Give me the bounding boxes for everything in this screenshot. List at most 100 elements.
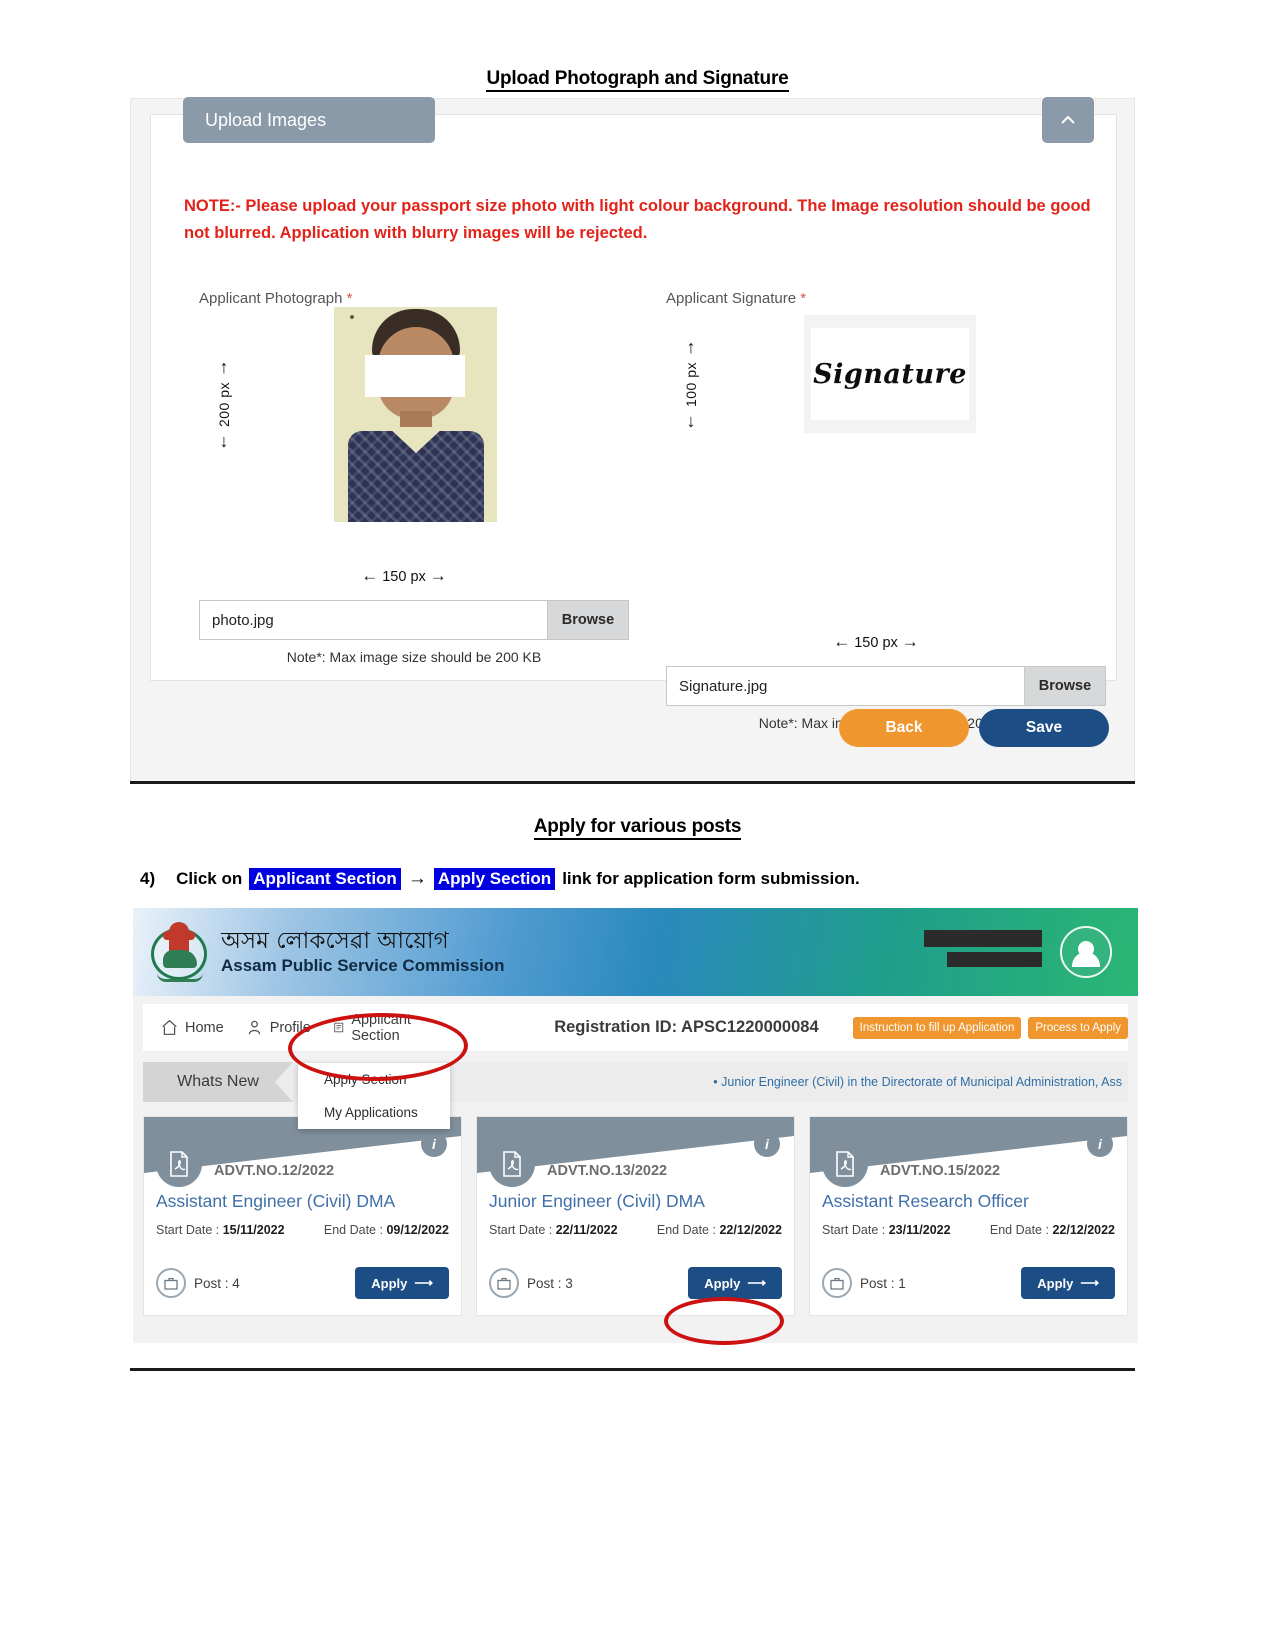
arrow-right-icon: ⟶ (414, 1275, 433, 1290)
pdf-file-icon[interactable] (156, 1141, 202, 1187)
photo-size-note: Note*: Max image size should be 200 KB (286, 649, 542, 665)
signature-sample-text: Signature (813, 358, 967, 390)
user-icon (248, 1020, 260, 1035)
upload-images-screenshot: Upload Images NOTE:- Please upload your … (130, 97, 1135, 783)
document-page: Upload Photograph and Signature Upload I… (0, 0, 1275, 1650)
apply-button[interactable]: Apply ⟶ (1021, 1267, 1115, 1299)
highlight-applicant-section: Applicant Section (249, 868, 401, 890)
signature-width-text: 150 px (854, 635, 898, 651)
redacted-user-detail (947, 952, 1042, 967)
photo-file-name[interactable]: photo.jpg (199, 600, 547, 640)
card-footer: Post : 4 Apply ⟶ (156, 1267, 449, 1299)
step-number: 4) (140, 869, 156, 888)
photo-width-text: 150 px (382, 569, 426, 585)
info-icon[interactable]: i (421, 1131, 447, 1157)
dropdown-item-my-applications[interactable]: My Applications (298, 1096, 450, 1129)
arrow-up-icon (687, 337, 696, 358)
card-post-title[interactable]: Assistant Engineer (Civil) DMA (156, 1191, 395, 1212)
card-end-date: End Date : 22/12/2022 (989, 1223, 1115, 1237)
instruction-prefix: Click on (176, 869, 243, 888)
instruction-suffix: link for application form submission. (562, 869, 860, 888)
form-action-bar: Back Save (150, 692, 1117, 764)
apsc-header: অসম লোকসেৱা আয়োগ Assam Public Service C… (133, 908, 1138, 996)
arrow-down-icon (220, 431, 229, 452)
process-to-apply-button[interactable]: Process to Apply (1028, 1016, 1128, 1039)
arrow-down-icon (687, 411, 696, 432)
registration-id: Registration ID: APSC1220000084 (554, 1018, 819, 1036)
applicant-signature-group: Applicant Signature * 100 px Signature (666, 290, 1106, 731)
info-icon[interactable]: i (754, 1131, 780, 1157)
briefcase-icon (156, 1268, 186, 1298)
navbar-action-buttons: Instruction to fill up Application Proce… (852, 1016, 1128, 1039)
card-start-date: Start Date : 23/11/2022 (822, 1223, 951, 1237)
upload-images-panel: Upload Images NOTE:- Please upload your … (150, 97, 1117, 731)
upload-note-text: NOTE:- Please upload your passport size … (184, 197, 1091, 242)
card-end-date: End Date : 22/12/2022 (656, 1223, 782, 1237)
highlight-apply-section: Apply Section (433, 868, 556, 890)
apply-button[interactable]: Apply ⟶ (688, 1267, 782, 1299)
pdf-file-icon[interactable] (489, 1141, 535, 1187)
photo-file-input-row[interactable]: photo.jpg Browse (199, 600, 629, 640)
back-button[interactable]: Back (839, 709, 969, 747)
arrow-left-icon: ← (361, 566, 379, 585)
applicant-photo-thumbnail (334, 307, 497, 522)
chevron-up-icon[interactable] (1042, 97, 1094, 143)
card-advt-number: ADVT.NO.12/2022 (214, 1163, 335, 1179)
whats-new-bar: Whats New • Junior Engineer (Civil) in t… (143, 1062, 1128, 1102)
user-avatar-icon[interactable] (1060, 926, 1112, 978)
ticker-text: Junior Engineer (Civil) in the Directora… (721, 1075, 1122, 1089)
pdf-file-icon[interactable] (822, 1141, 868, 1187)
signature-height-dimension: 100 px (676, 337, 706, 432)
apply-button-label: Apply (1037, 1275, 1074, 1291)
nav-item-home[interactable]: Home (161, 1019, 224, 1036)
card-post-title[interactable]: Junior Engineer (Civil) DMA (489, 1191, 705, 1212)
apsc-portal-screenshot: অসম লোকসেৱা আয়োগ Assam Public Service C… (133, 908, 1138, 1343)
arrow-right-icon: → (901, 632, 919, 651)
arrow-right-icon: → (407, 868, 427, 889)
card-footer: Post : 3 Apply ⟶ (489, 1267, 782, 1299)
card-post-title[interactable]: Assistant Research Officer (822, 1191, 1029, 1212)
whats-new-tab: Whats New (143, 1062, 293, 1102)
apply-button[interactable]: Apply ⟶ (355, 1267, 449, 1299)
card-dates: Start Date : 22/11/2022 End Date : 22/12… (489, 1223, 782, 1237)
apsc-org-titles: অসম লোকসেৱা আয়োগ Assam Public Service C… (221, 928, 504, 976)
card-post-count: Post : 4 (156, 1268, 240, 1298)
arrow-right-icon: → (429, 566, 447, 585)
advertisement-card[interactable]: i ADVT.NO.13/2022 Junior Engineer (Civil… (476, 1116, 795, 1316)
arrow-left-icon: ← (833, 632, 851, 651)
card-post-count: Post : 1 (822, 1268, 906, 1298)
applicant-photograph-label: Applicant Photograph * (199, 290, 353, 307)
redacted-user-name (924, 930, 1042, 947)
home-icon (162, 1019, 177, 1035)
panel-title-text: Upload Images (205, 109, 327, 130)
signature-thumbnail: Signature (804, 315, 976, 433)
applicant-signature-label: Applicant Signature * (666, 290, 807, 307)
briefcase-icon (822, 1268, 852, 1298)
advertisement-card[interactable]: i ADVT.NO.12/2022 Assistant Engineer (Ci… (143, 1116, 462, 1316)
photo-browse-button[interactable]: Browse (547, 600, 629, 640)
apply-button-label: Apply (704, 1275, 741, 1291)
briefcase-icon (489, 1268, 519, 1298)
nav-label-home: Home (185, 1019, 224, 1036)
save-button[interactable]: Save (979, 709, 1109, 747)
org-name-english: Assam Public Service Commission (221, 956, 505, 976)
section1-heading-text: Upload Photograph and Signature (486, 68, 789, 92)
instruction-to-fill-button[interactable]: Instruction to fill up Application (852, 1016, 1022, 1039)
signature-width-dimension: ← 150 px → (726, 632, 1026, 652)
arrow-right-icon: ⟶ (747, 1275, 766, 1290)
assam-state-emblem-icon (149, 920, 211, 984)
info-icon[interactable]: i (1087, 1131, 1113, 1157)
face-redaction-box (365, 355, 465, 397)
card-start-date: Start Date : 15/11/2022 (156, 1223, 285, 1237)
card-post-label: Post : 4 (194, 1275, 240, 1291)
advertisement-card[interactable]: i ADVT.NO.15/2022 Assistant Research Off… (809, 1116, 1128, 1316)
divider-rule-bottom (130, 1368, 1135, 1371)
card-dates: Start Date : 23/11/2022 End Date : 22/12… (822, 1223, 1115, 1237)
photo-width-dimension: ← 150 px → (254, 566, 554, 586)
card-dates: Start Date : 15/11/2022 End Date : 09/12… (156, 1223, 449, 1237)
instruction-step: 4) Click on Applicant Section → Apply Se… (140, 868, 860, 890)
required-asterisk: * (346, 290, 353, 307)
bullet-icon: • (713, 1075, 718, 1089)
photo-height-text: 200 px (216, 382, 232, 428)
card-post-count: Post : 3 (489, 1268, 573, 1298)
